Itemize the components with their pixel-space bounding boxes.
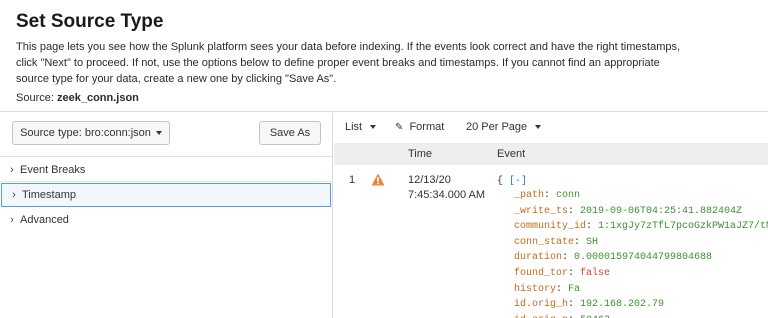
json-value[interactable]: Fa (568, 284, 580, 295)
json-key[interactable]: duration (514, 252, 562, 263)
json-key[interactable]: community_id (514, 221, 586, 232)
source-type-dropdown[interactable]: Source type: bro:conn:json (12, 121, 170, 145)
json-value[interactable]: 2019-09-06T04:25:41.882404Z (580, 206, 742, 217)
column-header-time[interactable]: Time (408, 148, 432, 160)
json-value[interactable]: conn (556, 190, 580, 201)
json-value[interactable]: 1:1xgJy7zTfL7pcoGzkPW1aJZ7/tM= (598, 221, 768, 232)
page-title: Set Source Type (16, 11, 164, 32)
json-key[interactable]: _path (514, 190, 544, 201)
source-filename: zeek_conn.json (56, 92, 139, 104)
source-label: Source: (16, 92, 54, 104)
json-field[interactable]: conn_state: SH (514, 237, 598, 248)
chevron-right-icon: › (12, 189, 16, 201)
json-collapse-toggle[interactable]: [-] (509, 176, 527, 187)
warning-icon[interactable] (371, 173, 385, 186)
list-view-dropdown[interactable]: List (345, 121, 377, 133)
json-value[interactable]: 0.000015974044799804688 (574, 252, 712, 263)
caret-down-icon (155, 131, 162, 135)
page-description: This page lets you see how the Splunk pl… (16, 41, 681, 85)
json-field[interactable]: _write_ts: 2019-09-06T04:25:41.882404Z (514, 206, 742, 217)
json-value[interactable]: false (580, 268, 610, 279)
page-header: Set Source Type This page lets you see h… (0, 0, 768, 112)
json-key[interactable]: conn_state (514, 237, 574, 248)
section-timestamp[interactable]: › Timestamp (1, 183, 331, 207)
section-label: Advanced (20, 214, 69, 226)
events-table-header: Time Event (334, 143, 768, 165)
table-row: 1 12/13/20 7:45:34.000 AM { [-] _path: c… (334, 165, 768, 318)
json-field[interactable]: found_tor: false (514, 268, 610, 279)
section-label: Timestamp (22, 189, 76, 201)
json-value[interactable]: 192.168.202.79 (580, 299, 664, 310)
event-preview-panel: List ✎ Format 20 Per Page Time Event 1 1… (334, 113, 768, 318)
list-label: List (345, 121, 363, 133)
chevron-right-icon: › (10, 214, 14, 226)
json-key[interactable]: found_tor (514, 268, 568, 279)
json-field[interactable]: _path: conn (514, 190, 580, 201)
caret-down-icon (535, 125, 542, 130)
column-header-event[interactable]: Event (497, 148, 525, 160)
format-dropdown[interactable]: ✎ Format (395, 121, 444, 133)
save-as-button[interactable]: Save As (259, 121, 321, 145)
row-number: 1 (349, 174, 356, 186)
chevron-right-icon: › (10, 163, 14, 176)
settings-toolbar: Source type: bro:conn:json Save As (0, 113, 332, 157)
json-open-brace: { (497, 176, 504, 187)
json-field[interactable]: history: Fa (514, 284, 580, 295)
source-type-label: Source type: bro:conn:json (20, 127, 151, 139)
section-advanced[interactable]: › Advanced (0, 208, 332, 232)
per-page-dropdown[interactable]: 20 Per Page (466, 121, 542, 133)
event-json: { [-] (497, 174, 527, 190)
event-date: 12/13/20 (408, 174, 451, 186)
settings-panel: Source type: bro:conn:json Save As › Eve… (0, 113, 333, 318)
json-key[interactable]: history (514, 284, 556, 295)
section-event-breaks[interactable]: › Event Breaks (0, 158, 332, 182)
per-page-label: 20 Per Page (466, 121, 528, 133)
save-as-label: Save As (269, 127, 311, 139)
json-key[interactable]: _write_ts (514, 206, 568, 217)
json-key[interactable]: id.orig_h (514, 299, 568, 310)
section-label: Event Breaks (20, 163, 86, 176)
json-field[interactable]: community_id: 1:1xgJy7zTfL7pcoGzkPW1aJZ7… (514, 221, 768, 232)
json-field[interactable]: duration: 0.000015974044799804688 (514, 252, 712, 263)
preview-toolbar: List ✎ Format 20 Per Page (334, 113, 768, 143)
source-line: Source: zeek_conn.json (16, 92, 139, 104)
event-time: 7:45:34.000 AM (408, 189, 486, 201)
json-field[interactable]: id.orig_h: 192.168.202.79 (514, 299, 664, 310)
pencil-icon: ✎ (395, 122, 404, 133)
caret-down-icon (370, 125, 377, 130)
format-label: Format (409, 121, 445, 133)
json-value[interactable]: SH (586, 237, 598, 248)
